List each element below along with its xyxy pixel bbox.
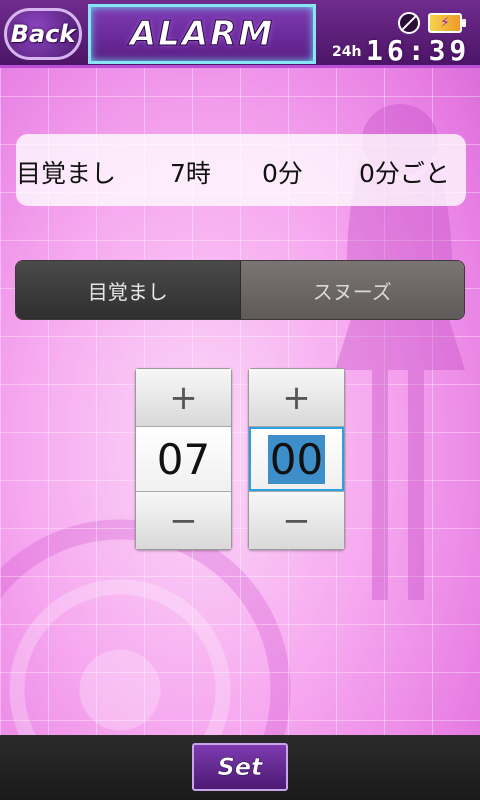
minute-value-field[interactable]: 00 — [249, 427, 344, 491]
minute-picker: + 00 − — [248, 368, 345, 550]
hour-value-field[interactable]: 07 — [136, 427, 231, 491]
tab-alarm[interactable]: 目覚まし — [16, 261, 240, 319]
hour-increment-button[interactable]: + — [136, 369, 231, 427]
summary-minute: 0分 — [262, 159, 303, 188]
title-plate: ALARM — [88, 4, 316, 64]
battery-charging-icon: ⚡ — [428, 13, 466, 33]
back-button-label: Back — [10, 20, 76, 48]
background-grid — [0, 0, 480, 800]
tab-snooze[interactable]: スヌーズ — [239, 261, 464, 319]
clock-mode-label: 24h — [332, 44, 362, 60]
summary-label: 目覚まし — [16, 159, 117, 188]
minus-icon: − — [169, 500, 198, 541]
minute-value: 00 — [267, 434, 326, 484]
back-button[interactable]: Back — [4, 8, 82, 60]
no-signal-icon — [398, 12, 420, 34]
plus-icon: + — [282, 377, 311, 418]
set-button-label: Set — [217, 753, 263, 782]
summary-snooze: 0分ごと — [359, 159, 450, 188]
header-bar: Back ALARM ⚡ 24h 16:39 — [0, 0, 480, 68]
summary-hour: 7時 — [170, 159, 211, 188]
status-clock: 16:39 — [366, 34, 471, 67]
minute-decrement-button[interactable]: − — [249, 491, 344, 549]
mode-tabs: 目覚まし スヌーズ — [15, 260, 465, 320]
hour-decrement-button[interactable]: − — [136, 491, 231, 549]
page-title: ALARM — [129, 14, 275, 55]
plus-icon: + — [169, 377, 198, 418]
bottom-bar: Set — [0, 735, 480, 800]
hour-picker: + 07 − — [135, 368, 232, 550]
minute-increment-button[interactable]: + — [249, 369, 344, 427]
hour-value: 07 — [156, 434, 211, 484]
alarm-summary: 目覚まし 7時 0分 0分ごと — [16, 134, 466, 206]
minus-icon: − — [282, 500, 311, 541]
status-area: ⚡ 24h 16:39 — [322, 4, 478, 67]
set-button[interactable]: Set — [192, 743, 288, 791]
